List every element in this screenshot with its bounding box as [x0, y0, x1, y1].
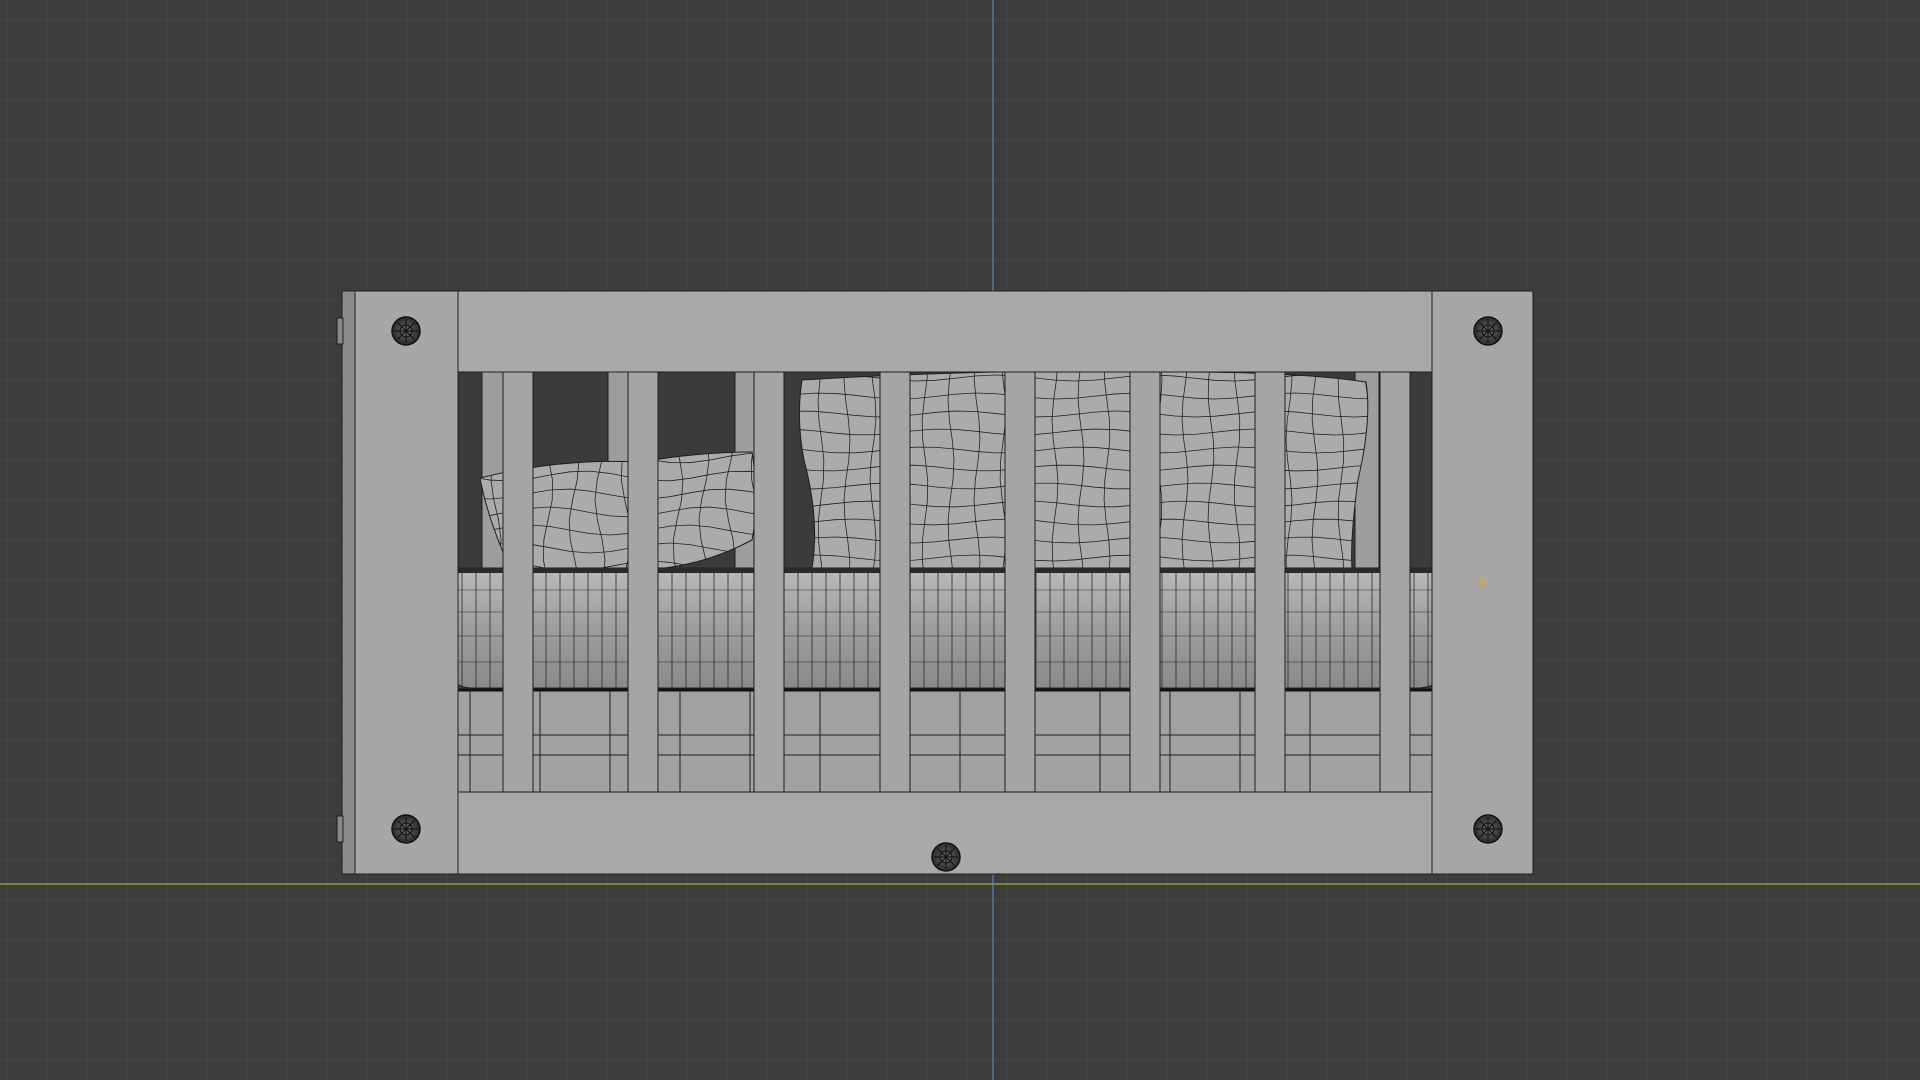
bolt-head-icon [391, 814, 421, 844]
crib-slat[interactable] [627, 371, 659, 793]
mattress[interactable] [456, 567, 1435, 690]
bolt-head-icon [1473, 814, 1503, 844]
crib-slat[interactable] [1254, 371, 1286, 793]
frame-left-post[interactable] [354, 290, 459, 875]
bolt-head-icon [391, 316, 421, 346]
viewport-canvas[interactable] [0, 0, 1920, 1080]
3d-viewport[interactable] [0, 0, 1920, 1080]
crib-slat[interactable] [753, 371, 785, 793]
mattress-support [457, 688, 1433, 793]
crib-slat[interactable] [1004, 371, 1036, 793]
crib-model[interactable] [336, 290, 1534, 875]
crib-slat[interactable] [1379, 371, 1411, 793]
crib-slat[interactable] [879, 371, 911, 793]
crib-slat[interactable] [502, 371, 534, 793]
frame-left-edge [341, 290, 357, 875]
crib-slat[interactable] [1129, 371, 1161, 793]
frame-top-rail[interactable] [457, 290, 1433, 373]
bolt-head-icon [931, 842, 961, 872]
bolt-head-icon [1473, 316, 1503, 346]
frame-right-post[interactable] [1431, 290, 1534, 875]
